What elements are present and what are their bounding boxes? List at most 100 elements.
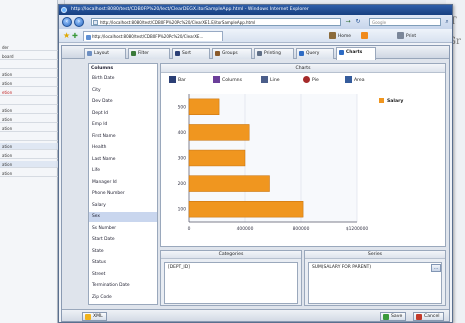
print-icon (397, 32, 404, 39)
column-chart-icon (213, 76, 220, 83)
print-label: Print (406, 34, 417, 39)
dialog-tab-bar: Layout Filter Sort Groups Printing Query Chart… (62, 46, 449, 60)
column-list-item[interactable]: Start Date (89, 235, 157, 245)
column-list-item[interactable]: Sex (89, 212, 157, 223)
back-arrow-icon[interactable]: ‹ (62, 17, 72, 27)
bar (188, 201, 304, 218)
url-text: http://localhost:8080/test/CDB0FP%20Pc%2… (100, 20, 256, 25)
column-list-item[interactable]: Salary (89, 201, 157, 211)
background-row: ation (0, 170, 58, 177)
tab-label: Filter (138, 51, 149, 56)
bar (188, 175, 270, 192)
address-input[interactable]: http://localhost:8080/test/CDB0FP%20Pc%2… (91, 18, 341, 26)
filter-tab-icon (131, 51, 136, 56)
favorites-star-icon[interactable]: ★ (63, 31, 70, 41)
column-list-item[interactable]: Manager Id (89, 178, 157, 188)
background-row (0, 134, 58, 141)
series-header: Series (305, 251, 445, 259)
background-row: ation (0, 125, 58, 132)
background-row: ation (0, 80, 58, 87)
background-row: ation (0, 71, 58, 78)
columns-header: Columns (91, 66, 114, 71)
go-arrow-icon[interactable]: → (344, 18, 352, 26)
browser-title: http://localhost:8080/test/CDB0FP%20/lec… (71, 7, 309, 12)
tab-page-icon (86, 35, 91, 40)
xml-icon (85, 314, 91, 320)
area-chart-icon (345, 76, 352, 83)
background-row: ation (0, 152, 58, 159)
bar-chart-icon (169, 76, 176, 83)
series-value[interactable]: SUM(SALARY FOR PARENT) (312, 265, 371, 271)
tab-groups[interactable]: Groups (212, 48, 252, 59)
bar (188, 149, 246, 167)
xml-label: XML (93, 314, 103, 319)
tab-label: Sort (182, 51, 191, 56)
forward-arrow-icon[interactable]: › (74, 17, 84, 27)
series-list[interactable]: SUM(SALARY FOR PARENT) ... (308, 262, 442, 304)
series-edit-button[interactable]: ... (431, 264, 441, 272)
column-list-item[interactable]: Last Name (89, 155, 157, 165)
home-icon (329, 32, 336, 39)
tab-query[interactable]: Query (296, 48, 334, 59)
pie-chart-icon (303, 76, 310, 83)
add-favorite-icon[interactable]: ✚ (72, 31, 78, 41)
save-button[interactable]: Save (380, 312, 407, 321)
categories-list[interactable]: [DEPT_ID] (164, 262, 298, 304)
print-button[interactable]: Print (397, 32, 416, 40)
chart-legend: Salary (379, 98, 403, 106)
cancel-icon (416, 314, 422, 320)
dialog-footer: XML Save Cancel (62, 309, 449, 321)
background-row: ation (0, 161, 58, 168)
column-list-item[interactable]: Street (89, 270, 157, 280)
categories-value[interactable]: [DEPT_ID] (168, 265, 190, 271)
chart-type-label: Pie (312, 78, 319, 83)
tab-filter[interactable]: Filter (128, 48, 170, 59)
groups-tab-icon (215, 51, 220, 56)
browser-tab[interactable]: http://localhost:8080/test/CDB0FP%20Pc%2… (83, 31, 223, 41)
query-tab-icon (299, 51, 304, 56)
column-list-item[interactable]: Ss Number (89, 224, 157, 234)
chart-type-label: Bar (178, 78, 186, 83)
tab-printing[interactable]: Printing (254, 48, 294, 59)
column-list-item[interactable]: Termination Date (89, 281, 157, 291)
report-editor-dialog: Layout Filter Sort Groups Printing Query Chart… (61, 45, 450, 322)
page-icon (93, 20, 98, 25)
xml-button[interactable]: XML (82, 312, 107, 321)
bar-chart: 0 400000 800000 $1200000 500 400 300 200 100 (178, 94, 368, 232)
chart-type-pie[interactable]: Pie (303, 76, 319, 84)
chart-type-area[interactable]: Area (345, 76, 365, 84)
x-tick-label: 800000 (293, 226, 310, 232)
tab-charts[interactable]: Charts (336, 47, 376, 60)
background-row (0, 98, 58, 105)
column-list-item[interactable]: Health (89, 143, 157, 153)
chart-type-label: Area (354, 78, 365, 83)
column-list-item[interactable]: Emp Id (89, 120, 157, 130)
search-input[interactable]: Google (369, 18, 441, 26)
chart-type-label: Line (270, 78, 280, 83)
column-list-item[interactable]: Life (89, 166, 157, 176)
column-list-item[interactable]: Zip Code (89, 293, 157, 303)
home-button[interactable]: Home (329, 32, 351, 40)
column-list-item[interactable]: Birth Date (89, 74, 157, 84)
tab-label: Layout (94, 51, 109, 56)
ie-logo-icon (61, 7, 67, 13)
chart-type-line[interactable]: Line (261, 76, 280, 84)
y-tick-label: 500 (178, 104, 187, 110)
search-icon[interactable]: ⌕ (443, 18, 451, 26)
column-list-item[interactable]: Phone Number (89, 189, 157, 199)
refresh-icon[interactable]: ↻ (354, 18, 362, 26)
cancel-button[interactable]: Cancel (413, 312, 444, 321)
column-list-item[interactable]: Dept Id (89, 109, 157, 119)
column-list-item[interactable]: Dev Date (89, 97, 157, 107)
feeds-button[interactable] (361, 32, 370, 40)
column-list-item[interactable]: First Name (89, 132, 157, 142)
tab-sort[interactable]: Sort (172, 48, 210, 59)
browser-tab-label: http://localhost:8080/test/CDB0FP%20Pc%2… (92, 34, 204, 39)
column-list-item[interactable]: State (89, 247, 157, 257)
column-list-item[interactable]: City (89, 86, 157, 96)
search-placeholder: Google (372, 20, 387, 25)
chart-type-columns[interactable]: Columns (213, 76, 242, 84)
chart-type-bar[interactable]: Bar (169, 76, 186, 84)
tab-layout[interactable]: Layout (84, 48, 126, 59)
column-list-item[interactable]: Status (89, 258, 157, 268)
